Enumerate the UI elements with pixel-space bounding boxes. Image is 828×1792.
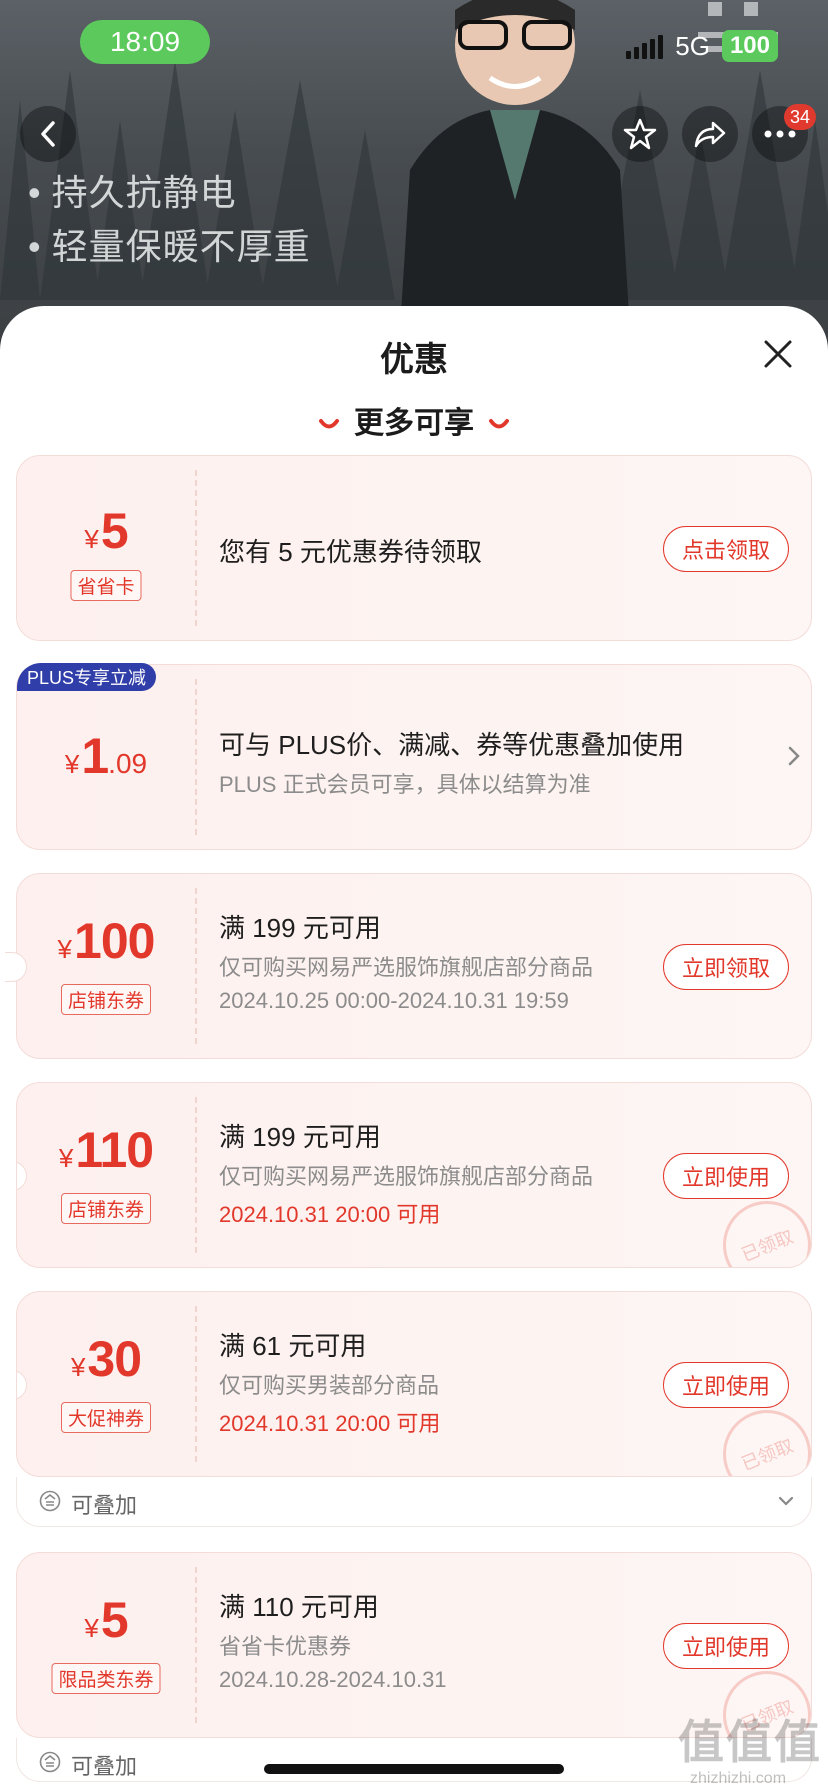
coupon-scope: 仅可购买网易严选服饰旗舰店部分商品 [219, 1164, 594, 1189]
coupon-card[interactable]: ¥110 店铺东券 满 199 元可用 仅可购买网易严选服饰旗舰店部分商品 20… [16, 1082, 812, 1268]
share-icon [694, 121, 726, 148]
watermark: 值值值 [678, 1716, 822, 1768]
card-divider [195, 1567, 197, 1723]
back-arrow-icon [41, 121, 55, 147]
home-indicator[interactable] [264, 1764, 564, 1774]
card-divider [195, 679, 197, 835]
feature-text: 轻量保暖不厚重 [28, 218, 311, 270]
coupon-title: 满 199 元可用 [219, 913, 381, 943]
card-divider [195, 1306, 197, 1462]
coupon-scope: 仅可购买男装部分商品 [219, 1373, 440, 1398]
coupon-tag: 省省卡 [70, 570, 142, 601]
coupon-scope: 仅可购买网易严选服饰旗舰店部分商品 [219, 955, 594, 980]
feature-text: 持久抗静电 [28, 164, 237, 216]
coupon-tag: 大促神券 [60, 1402, 152, 1433]
smile-decoration-icon [319, 419, 339, 429]
stack-icon [39, 1751, 61, 1773]
claimed-stamp: 已领取 [709, 1396, 811, 1476]
use-button[interactable]: 立即使用 [663, 1623, 789, 1669]
coupon-amount: ¥100 [57, 913, 156, 969]
coupon-card[interactable]: ¥5 省省卡 您有 5 元优惠券待领取 点击领取 [16, 455, 812, 641]
network-type: 5G [675, 30, 710, 61]
coupon-title: 满 61 元可用 [219, 1331, 367, 1361]
star-icon [623, 118, 657, 150]
coupon-amount: ¥110 [58, 1122, 154, 1178]
status-time: 18:09 [80, 20, 210, 64]
coupon-card[interactable]: ¥30 大促神券 满 61 元可用 仅可购买男装部分商品 2024.10.31 … [16, 1291, 812, 1477]
coupon-validity: 2024.10.31 20:00 可用 [219, 1202, 441, 1227]
status-indicators: 5G 100 [626, 30, 778, 62]
coupon-amount: ¥1.09 [64, 728, 148, 784]
use-button[interactable]: 立即使用 [663, 1153, 789, 1199]
coupon-tag: 店铺东券 [60, 984, 152, 1015]
claimed-stamp: 已领取 [709, 1187, 811, 1267]
model-photo [400, 0, 630, 330]
coupon-card[interactable]: ¥100 店铺东券 满 199 元可用 仅可购买网易严选服饰旗舰店部分商品 20… [5, 873, 812, 1059]
coupon-scope: 省省卡优惠券 [219, 1634, 352, 1659]
watermark-url: zhizhizhi.com [690, 1770, 787, 1787]
coupon-amount: ¥30 [70, 1331, 142, 1387]
smile-decoration-icon [489, 419, 509, 429]
notification-badge: 34 [784, 104, 817, 130]
coupon-validity: 2024.10.25 00:00-2024.10.31 19:59 [219, 988, 569, 1013]
coupon-tag: 限品类东券 [51, 1663, 161, 1694]
stackable-row[interactable]: 可叠加 [16, 1477, 812, 1527]
close-icon[interactable] [760, 336, 796, 372]
sheet-title: 优惠 [380, 341, 448, 379]
coupon-amount: ¥5 [84, 503, 128, 559]
more-dots-icon [764, 130, 796, 138]
claim-button[interactable]: 点击领取 [663, 526, 789, 572]
coupon-title: 满 199 元可用 [219, 1122, 381, 1152]
coupon-amount: ¥5 [84, 1592, 128, 1648]
coupon-card[interactable]: PLUS专享立减 ¥1.09 可与 PLUS价、满减、券等优惠叠加使用 PLUS… [16, 663, 812, 850]
product-backdrop: 18:09 5G 100 34 持久抗静电 轻量保暖不厚重 [0, 0, 828, 340]
coupon-validity: 2024.10.31 20:00 可用 [219, 1411, 441, 1436]
coupon-title: 可与 PLUS价、满减、券等优惠叠加使用 [219, 730, 685, 760]
chevron-down-icon[interactable] [777, 1495, 795, 1507]
coupon-title: 满 110 元可用 [219, 1592, 379, 1622]
card-divider [195, 1097, 197, 1253]
section-title: 更多可享 [354, 407, 474, 440]
coupon-tag: 店铺东券 [60, 1193, 152, 1224]
stackable-label: 可叠加 [71, 1754, 138, 1779]
card-divider [195, 470, 197, 626]
share-button[interactable] [682, 106, 738, 162]
coupon-title: 您有 5 元优惠券待领取 [219, 537, 482, 567]
use-button[interactable]: 立即使用 [663, 1362, 789, 1408]
coupon-note: PLUS 正式会员可享，具体以结算为准 [219, 772, 591, 797]
claim-button[interactable]: 立即领取 [663, 944, 789, 990]
stackable-label: 可叠加 [71, 1493, 138, 1518]
favorite-button[interactable] [612, 106, 668, 162]
chevron-right-icon[interactable] [787, 745, 801, 767]
battery-level: 100 [721, 30, 778, 62]
stack-icon [39, 1490, 61, 1512]
back-button[interactable] [20, 106, 76, 162]
plus-badge: PLUS专享立减 [17, 663, 157, 691]
card-divider [195, 888, 197, 1044]
coupon-validity: 2024.10.28-2024.10.31 [219, 1667, 447, 1692]
signal-icon [626, 33, 664, 59]
section-header: 更多可享 [0, 398, 828, 442]
